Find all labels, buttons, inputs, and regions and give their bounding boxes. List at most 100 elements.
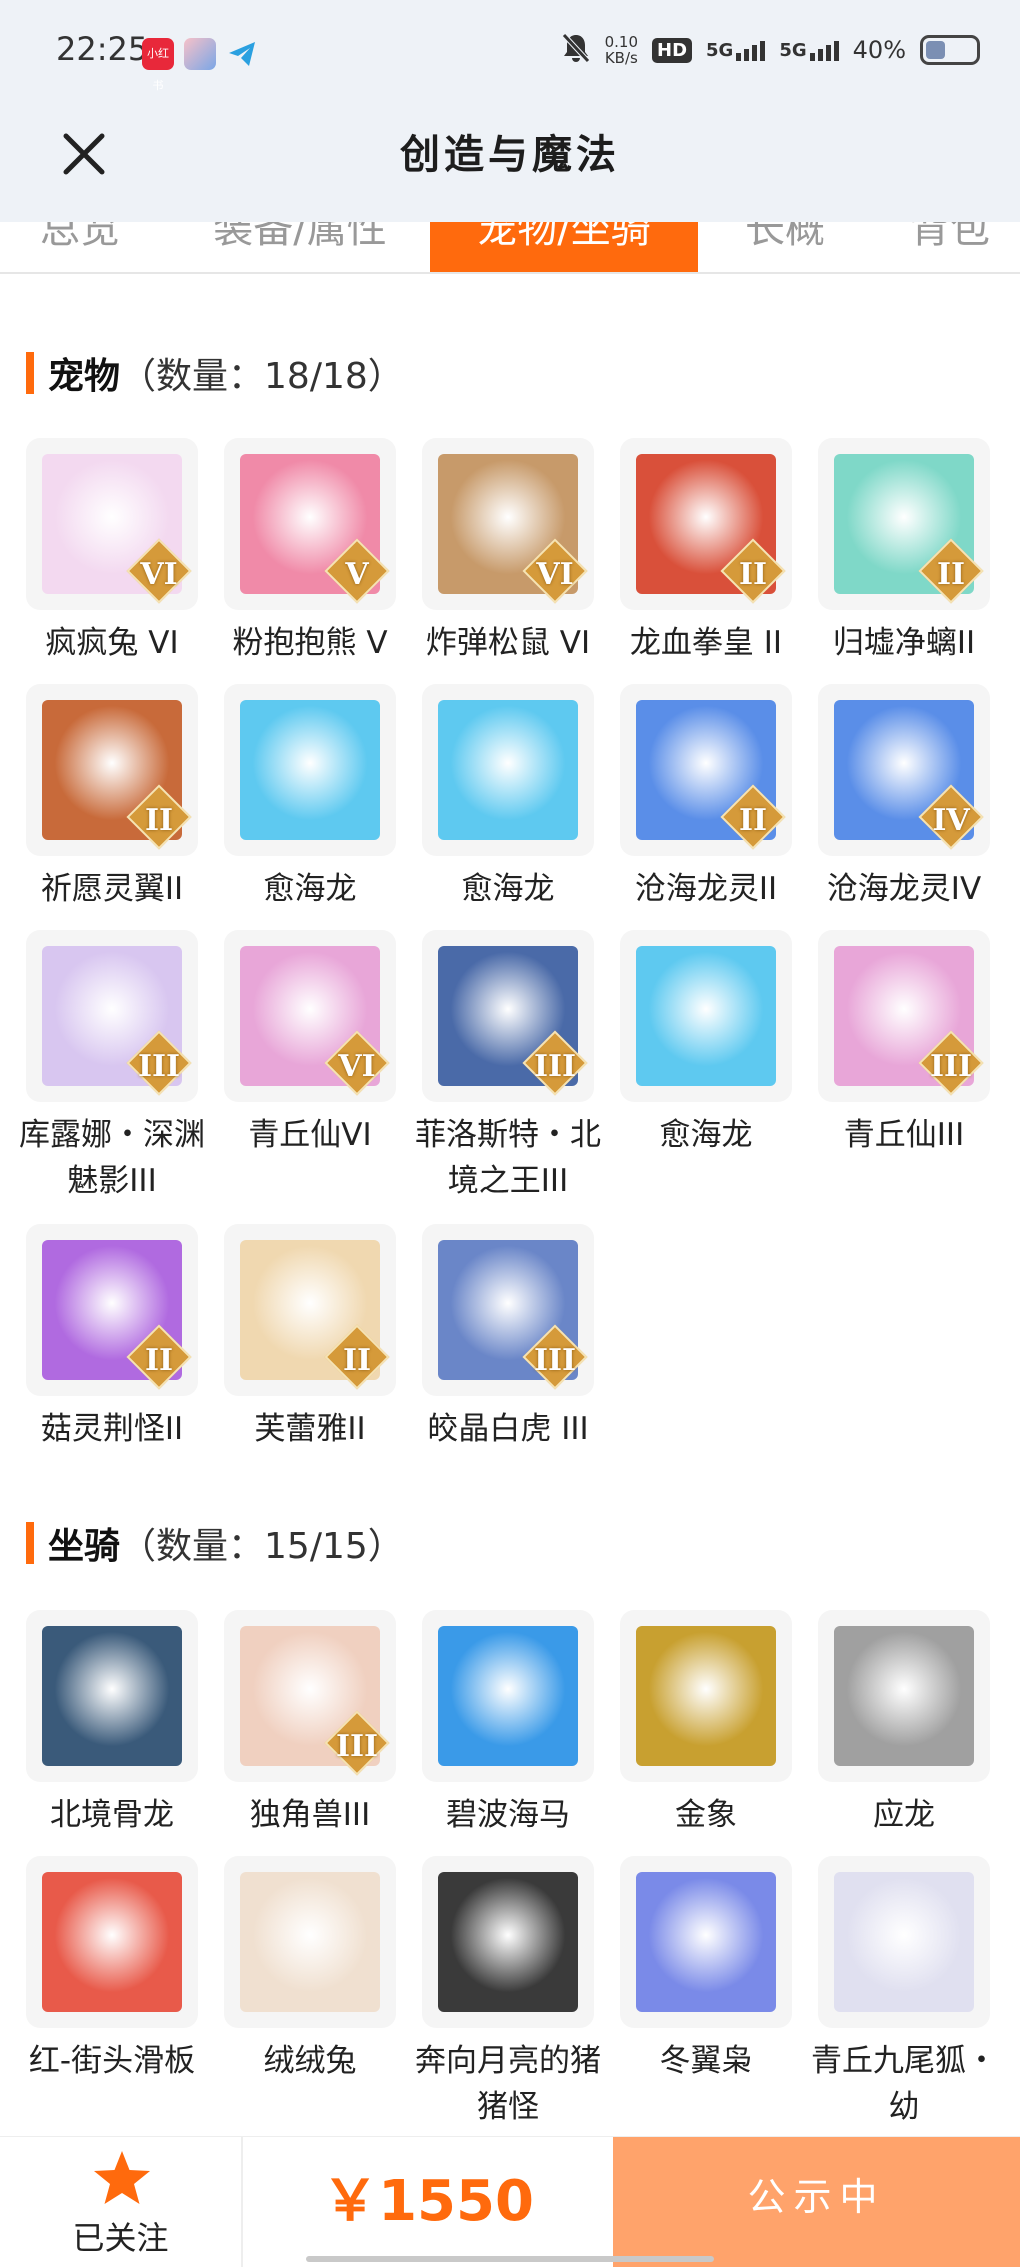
follow-button[interactable]: 已关注 (0, 2137, 243, 2267)
grid-item[interactable]: 北境骨龙 (26, 1610, 198, 1838)
item-thumbnail (224, 684, 396, 856)
grid-item[interactable]: III 库露娜・深渊魅影III (19, 930, 205, 1204)
tab-pets-mounts[interactable]: 宠物/坐骑 (430, 222, 698, 272)
item-name: 疯疯兔 VI (45, 625, 179, 661)
item-thumbnail: VI (422, 438, 594, 610)
public-status-button[interactable]: 公示中 (613, 2137, 1020, 2267)
item-thumbnail (818, 1856, 990, 2028)
page-title: 创造与魔法 (400, 131, 620, 178)
item-name: 愈海龙 (461, 871, 555, 907)
home-indicator[interactable] (306, 2256, 714, 2262)
item-thumbnail: III (224, 1610, 396, 1782)
grid-item[interactable]: 金象 (620, 1610, 792, 1838)
grid-item[interactable]: 愈海龙 (224, 684, 396, 912)
item-thumbnail (422, 1856, 594, 2028)
grid-item[interactable]: V 粉抱抱熊 V (224, 438, 396, 666)
grid-item[interactable]: 愈海龙 (422, 684, 594, 912)
item-name: 独角兽III (249, 1797, 371, 1833)
pets-section-title: 宠物 （数量：18/18） (26, 350, 404, 397)
signal-bars-icon (809, 40, 839, 61)
rank-badge-text: III (533, 1343, 577, 1378)
grid-item[interactable]: 冬翼枭 (620, 1856, 792, 2084)
grid-item[interactable]: VI 疯疯兔 VI (26, 438, 198, 666)
rank-badge-text: II (342, 1343, 372, 1378)
tab-equipment[interactable]: 装备/属性 (190, 222, 410, 272)
item-name: 炸弹松鼠 VI (425, 625, 591, 661)
pets-count: （数量：18/18） (120, 356, 404, 397)
tab-overview[interactable]: 总览 (0, 222, 160, 272)
item-name: 龙血拳皇 II (629, 625, 783, 661)
grid-item[interactable]: 愈海龙 (620, 930, 792, 1158)
item-name: 菲洛斯特・北境之王III (415, 1117, 601, 1199)
grid-item[interactable]: 绒绒兔 (224, 1856, 396, 2084)
rank-badge-text: IV (932, 803, 970, 838)
item-image (42, 1872, 182, 2012)
item-image (438, 700, 578, 840)
grid-item[interactable]: 碧波海马 (422, 1610, 594, 1838)
rank-badge-text: III (533, 1049, 577, 1084)
anime-app-icon (184, 38, 216, 70)
grid-item[interactable]: 奔向月亮的猪猪怪 (415, 1856, 601, 2130)
rank-badge-text: VI (140, 557, 178, 592)
rank-badge-text: II (738, 803, 768, 838)
item-thumbnail (620, 1610, 792, 1782)
rank-badge-text: II (738, 557, 768, 592)
item-thumbnail: II (224, 1224, 396, 1396)
item-name: 愈海龙 (659, 1117, 753, 1153)
grid-item[interactable]: II 芙蕾雅II (224, 1224, 396, 1452)
grid-item[interactable]: III 独角兽III (224, 1610, 396, 1838)
item-name: 红-街头滑板 (28, 2043, 196, 2079)
grid-item[interactable]: IV 沧海龙灵IV (818, 684, 990, 912)
item-image (834, 1872, 974, 2012)
grid-item[interactable]: III 菲洛斯特・北境之王III (415, 930, 601, 1204)
tab-appearance[interactable]: 长概 (720, 222, 850, 272)
item-name: 奔向月亮的猪猪怪 (415, 2043, 601, 2125)
grid-item[interactable]: III 皎晶白虎 III (422, 1224, 594, 1452)
grid-item[interactable]: III 青丘仙III (818, 930, 990, 1158)
status-time: 22:25 (56, 30, 149, 68)
item-thumbnail: III (818, 930, 990, 1102)
item-thumbnail: III (422, 930, 594, 1102)
grid-item[interactable]: 青丘九尾狐・幼 (811, 1856, 997, 2130)
item-name: 皎晶白虎 III (427, 1411, 589, 1447)
grid-item[interactable]: VI 青丘仙VI (224, 930, 396, 1158)
grid-item[interactable]: II 祈愿灵翼II (26, 684, 198, 912)
rank-badge-text: V (345, 557, 369, 592)
tab-backpack[interactable]: 背包 (880, 222, 1020, 272)
hd-badge: HD (652, 37, 693, 63)
item-name: 冬翼枭 (659, 2043, 753, 2079)
network-speed: 0.10 KB/s (605, 34, 638, 66)
pets-title: 宠物 (48, 356, 121, 397)
item-image (636, 946, 776, 1086)
item-name: 青丘仙VI (248, 1117, 372, 1153)
signal-1: 5G (706, 40, 766, 61)
bottom-bar: 已关注 ￥1550 公示中 (0, 2136, 1020, 2267)
grid-item[interactable]: II 菇灵荆怪II (26, 1224, 198, 1452)
item-thumbnail (620, 1856, 792, 2028)
item-thumbnail: III (26, 930, 198, 1102)
top-area: 22:25 小红书 0.10 KB/s HD 5G 5G 40% 创造与魔法 (0, 0, 1020, 222)
item-name: 库露娜・深渊魅影III (19, 1117, 205, 1199)
item-image (438, 1872, 578, 2012)
signal-bars-icon (736, 40, 766, 61)
section-accent-bar (26, 352, 34, 394)
grid-item[interactable]: VI 炸弹松鼠 VI (422, 438, 594, 666)
grid-item[interactable]: 红-街头滑板 (26, 1856, 198, 2084)
grid-item[interactable]: II 归墟净螭II (818, 438, 990, 666)
rank-badge-text: II (144, 803, 174, 838)
item-name: 归墟净螭II (832, 625, 976, 661)
item-name: 金象 (675, 1797, 737, 1833)
rank-badge-text: III (137, 1049, 181, 1084)
item-thumbnail: IV (818, 684, 990, 856)
item-name: 沧海龙灵II (634, 871, 778, 907)
grid-item[interactable]: II 龙血拳皇 II (620, 438, 792, 666)
item-thumbnail (422, 684, 594, 856)
xiaohongshu-app-icon: 小红书 (142, 38, 174, 92)
item-name: 芙蕾雅II (254, 1411, 366, 1447)
grid-item[interactable]: II 沧海龙灵II (620, 684, 792, 912)
rank-badge-text: VI (338, 1049, 376, 1084)
item-image (42, 1626, 182, 1766)
item-name: 碧波海马 (446, 1797, 570, 1833)
grid-item[interactable]: 应龙 (818, 1610, 990, 1838)
item-thumbnail (224, 1856, 396, 2028)
